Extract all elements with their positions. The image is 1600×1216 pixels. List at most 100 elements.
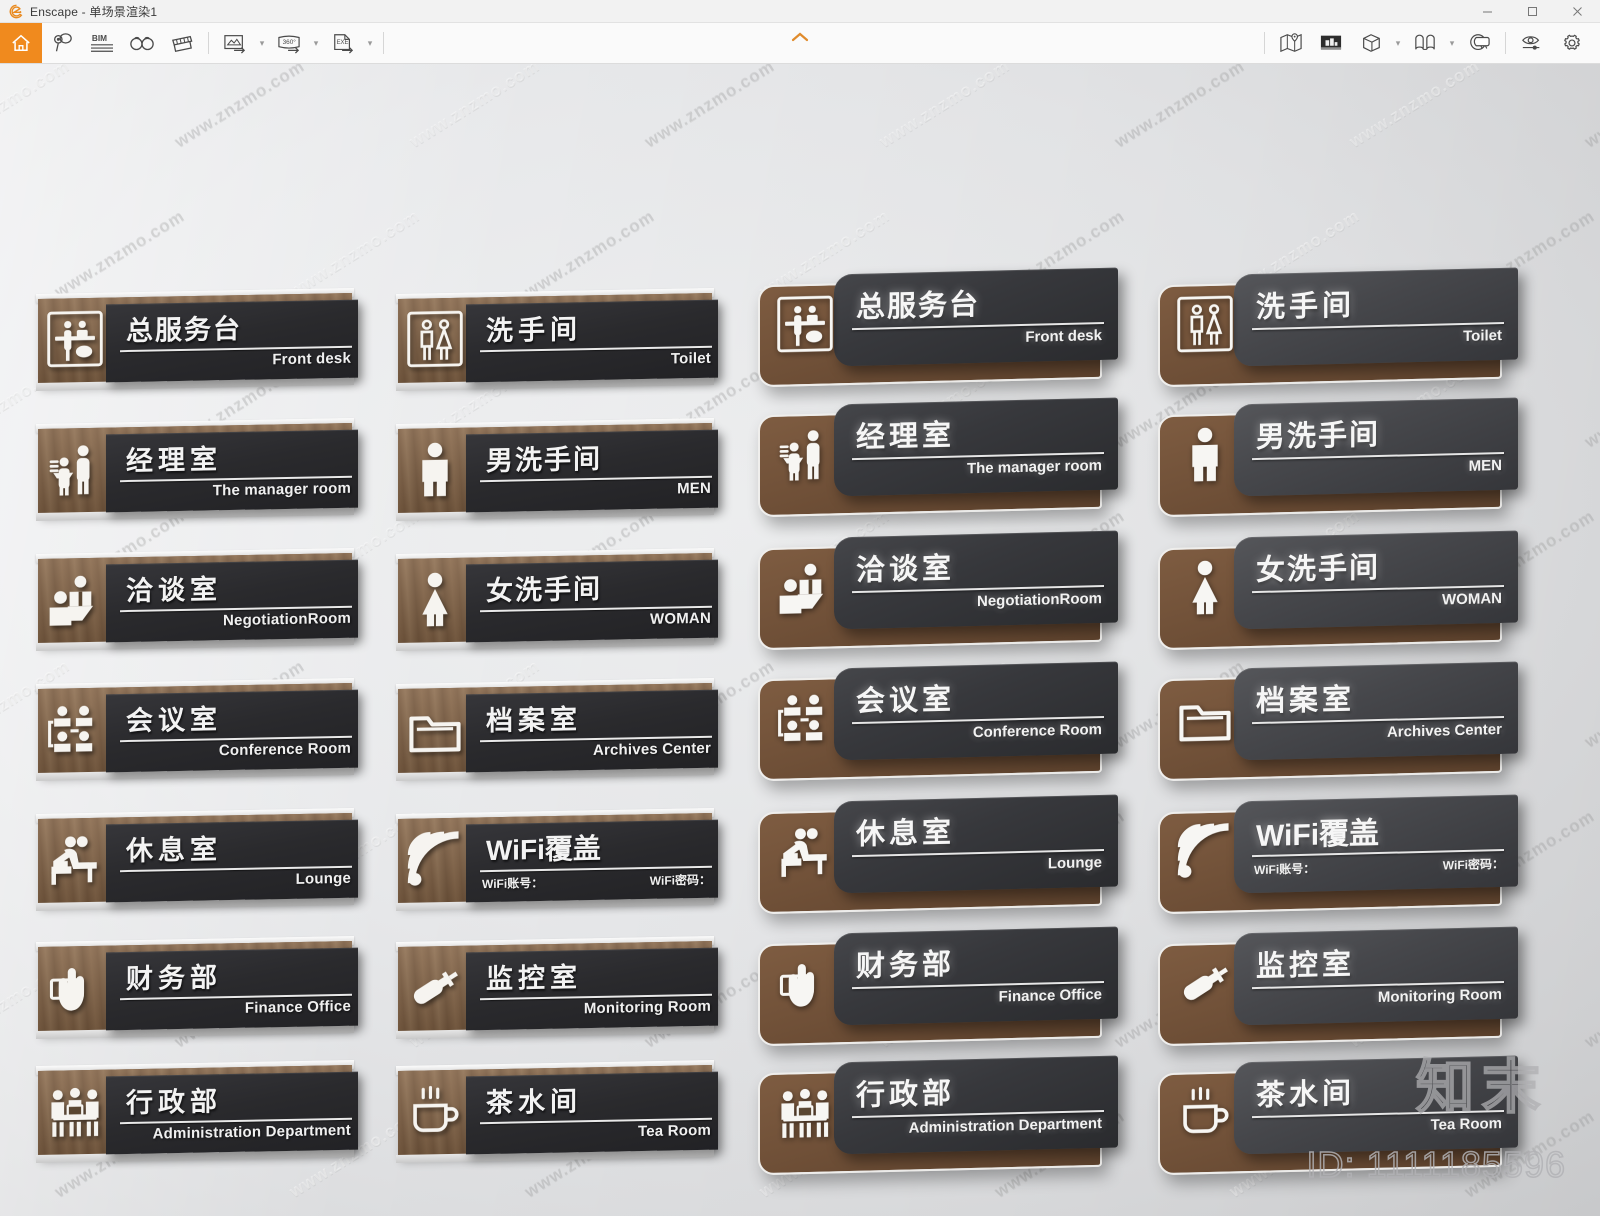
signage-title-en: Monitoring Room xyxy=(583,997,711,1018)
conference-icon xyxy=(776,686,834,749)
export-exe-standalone-icon[interactable]: EXE xyxy=(323,23,363,63)
signage-plate[interactable]: 经理室 The manager room xyxy=(30,417,360,522)
bim-info-icon[interactable]: BIM xyxy=(82,23,122,63)
signage-title-en: WOMAN xyxy=(1442,590,1502,609)
men-icon xyxy=(1176,422,1234,485)
maximize-button[interactable] xyxy=(1510,0,1555,22)
signage-text-block: 监控室 Monitoring Room xyxy=(472,950,716,1029)
signage-plate[interactable]: 洽谈室 NegotiationRoom xyxy=(30,547,360,652)
signage-text-block: 财务部 Finance Office xyxy=(846,931,1114,1024)
signage-plate[interactable]: 行政部 Administration Department xyxy=(30,1059,360,1164)
signage-text-block: 休息室 Lounge xyxy=(846,799,1114,892)
svg-text:¥: ¥ xyxy=(790,977,799,994)
toolbar-divider xyxy=(383,32,384,54)
chevron-down-icon[interactable]: ▾ xyxy=(309,23,323,63)
front-desk-icon xyxy=(46,309,104,368)
signage-text-block: 会议室 Conference Room xyxy=(112,692,356,771)
signage-title-cn: 经理室 xyxy=(126,444,222,477)
collapse-toolbar-chevron-up-icon[interactable] xyxy=(790,31,810,43)
signage-plate[interactable]: WiFi覆盖 WiFi账号： WiFi密码： xyxy=(390,807,720,912)
signage-title-cn: 男洗手间 xyxy=(1256,418,1381,455)
signage-grid: 总服务台 Front desk 经理室 The manager room 洽谈室… xyxy=(0,64,1600,1216)
negotiation-icon xyxy=(46,569,104,628)
signage-plate[interactable]: ¥ 财务部 Finance Office xyxy=(748,926,1118,1047)
signage-plate[interactable]: 男洗手间 MEN xyxy=(390,417,720,522)
signage-plate[interactable]: 会议室 Conference Room xyxy=(30,677,360,782)
vr-glasses-icon[interactable] xyxy=(122,23,162,63)
signage-plate[interactable]: 洽谈室 NegotiationRoom xyxy=(748,530,1118,651)
chevron-down-icon[interactable]: ▾ xyxy=(1391,23,1405,63)
asset-library-icon[interactable] xyxy=(42,23,82,63)
visual-settings-icon[interactable] xyxy=(1512,23,1552,63)
signage-title-en: MEN xyxy=(1468,457,1502,475)
window-title: Enscape - 单场景渲染1 xyxy=(30,4,158,19)
signage-title-en: The manager room xyxy=(212,479,351,500)
svg-text:360°: 360° xyxy=(283,38,297,46)
export-image-icon[interactable] xyxy=(215,23,255,63)
toolbar-divider xyxy=(1505,32,1506,54)
wifi-icon xyxy=(406,829,464,888)
signage-plate[interactable]: WiFi覆盖 WiFi账号： WiFi密码： xyxy=(1148,794,1518,915)
signage-plate[interactable]: 监控室 Monitoring Room xyxy=(1148,926,1518,1047)
signage-text-block: 监控室 Monitoring Room xyxy=(1246,931,1514,1024)
chevron-down-icon[interactable]: ▾ xyxy=(255,23,269,63)
signage-title-en: Lounge xyxy=(1047,854,1102,873)
home-button[interactable] xyxy=(0,23,42,63)
signage-title-en: Front desk xyxy=(1025,327,1102,346)
cctv-icon xyxy=(1176,951,1234,1014)
signage-plate[interactable]: 休息室 Lounge xyxy=(30,807,360,912)
geometry-cube-icon[interactable] xyxy=(1351,23,1391,63)
vr-headset-icon[interactable] xyxy=(1459,23,1499,63)
signage-plate[interactable]: 洗手间 Toilet xyxy=(390,287,720,392)
video-clapperboard-icon[interactable] xyxy=(162,23,202,63)
minimize-button[interactable] xyxy=(1465,0,1510,22)
wifi-credentials-row: WiFi账号： WiFi密码： xyxy=(482,871,711,892)
view-tools-group: BIM xyxy=(42,23,202,63)
signage-title-en: Administration Department xyxy=(152,1121,351,1143)
signage-plate[interactable]: 总服务台 Front desk xyxy=(748,267,1118,388)
finance-icon: ¥ xyxy=(776,951,834,1014)
close-button[interactable] xyxy=(1555,0,1600,22)
map-location-icon[interactable] xyxy=(1271,23,1311,63)
signage-plate[interactable]: ¥ 财务部 Finance Office xyxy=(30,935,360,1040)
gear-settings-icon[interactable] xyxy=(1552,23,1592,63)
manager-icon xyxy=(46,439,104,498)
signage-title-cn: 总服务台 xyxy=(126,313,242,347)
svg-text:EXE: EXE xyxy=(337,40,349,46)
signage-plate[interactable]: 总服务台 Front desk xyxy=(30,287,360,392)
signage-title-cn: 女洗手间 xyxy=(486,573,602,607)
signage-plate[interactable]: 茶水间 Tea Room xyxy=(390,1059,720,1164)
wifi-account-label: WiFi账号： xyxy=(1254,861,1316,878)
signage-plate[interactable]: 女洗手间 WOMAN xyxy=(1148,530,1518,651)
signage-text-block: 洗手间 Toilet xyxy=(472,302,716,381)
svg-text:BIM: BIM xyxy=(92,34,107,43)
chevron-down-icon[interactable]: ▾ xyxy=(363,23,377,63)
signage-title-cn: 洗手间 xyxy=(1256,289,1356,325)
signage-plate[interactable]: 洗手间 Toilet xyxy=(1148,267,1518,388)
signage-plate[interactable]: 会议室 Conference Room xyxy=(748,661,1118,782)
export-panorama-360-icon[interactable]: 360° xyxy=(269,23,309,63)
chevron-down-icon[interactable]: ▾ xyxy=(1445,23,1459,63)
signage-title-cn: 监控室 xyxy=(1256,948,1356,984)
signage-plate[interactable]: 女洗手间 WOMAN xyxy=(390,547,720,652)
signage-plate[interactable]: 男洗手间 MEN xyxy=(1148,397,1518,518)
signage-plate[interactable]: 监控室 Monitoring Room xyxy=(390,935,720,1040)
signage-plate[interactable]: 休息室 Lounge xyxy=(748,794,1118,915)
signage-plate[interactable]: 档案室 Archives Center xyxy=(390,677,720,782)
front-desk-icon xyxy=(776,292,834,355)
signage-text-block: 洗手间 Toilet xyxy=(1246,272,1514,365)
toilet-icon xyxy=(406,309,464,368)
book-pages-icon[interactable] xyxy=(1405,23,1445,63)
signage-title-en: Administration Department xyxy=(908,1115,1102,1137)
wifi-password-label: WiFi密码： xyxy=(649,872,711,888)
video-editor-icon[interactable] xyxy=(1311,23,1351,63)
wifi-password-label: WiFi密码： xyxy=(1442,856,1504,873)
signage-plate[interactable]: 档案室 Archives Center xyxy=(1148,661,1518,782)
render-viewport[interactable]: www.znzmo.com www.znzmo.com www.znzmo.com w… xyxy=(0,64,1600,1216)
signage-title-en: Conference Room xyxy=(972,721,1102,742)
signage-plate[interactable]: 行政部 Administration Department xyxy=(748,1055,1118,1176)
finance-icon: ¥ xyxy=(46,957,104,1016)
signage-plate[interactable]: 经理室 The manager room xyxy=(748,397,1118,518)
signage-title-cn: 男洗手间 xyxy=(486,443,602,477)
signage-text-block: 总服务台 Front desk xyxy=(846,272,1114,365)
